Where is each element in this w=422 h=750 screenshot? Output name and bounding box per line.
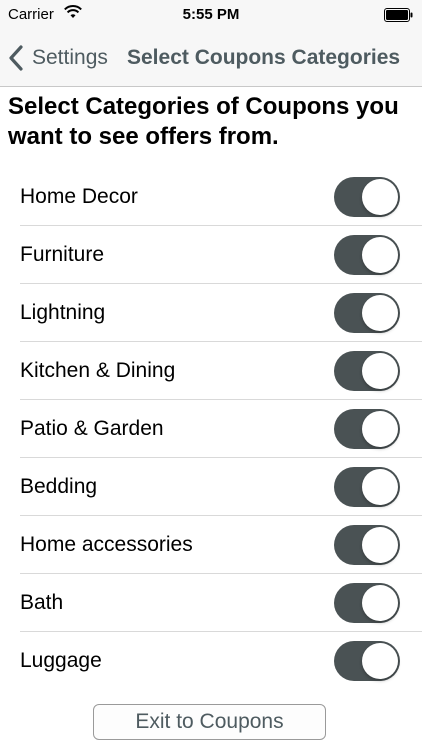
status-time: 5:55 PM bbox=[182, 6, 240, 23]
category-toggle-bedding[interactable] bbox=[334, 467, 400, 507]
instructions-heading: Select Categories of Coupons you want to… bbox=[8, 93, 399, 150]
toggle-knob bbox=[362, 295, 398, 331]
back-button[interactable]: Settings bbox=[6, 38, 108, 78]
category-row-home-accessories: Home accessories bbox=[20, 516, 422, 574]
category-label: Bath bbox=[20, 591, 64, 614]
category-row-kitchen-dining: Kitchen & Dining bbox=[20, 342, 422, 400]
toggle-knob bbox=[362, 469, 398, 505]
navigation-bar: Settings Select Coupons Categories bbox=[0, 30, 422, 87]
back-button-label: Settings bbox=[32, 46, 108, 69]
category-toggle-furniture[interactable] bbox=[334, 235, 400, 275]
toggle-knob bbox=[362, 643, 398, 679]
category-row-patio-garden: Patio & Garden bbox=[20, 400, 422, 458]
category-label: Luggage bbox=[20, 649, 102, 672]
category-label: Lightning bbox=[20, 301, 106, 324]
toggle-knob bbox=[362, 179, 398, 215]
category-toggle-bath[interactable] bbox=[334, 583, 400, 623]
toggle-knob bbox=[362, 585, 398, 621]
category-label: Home accessories bbox=[20, 533, 193, 556]
chevron-left-icon bbox=[9, 45, 23, 71]
category-row-luggage: Luggage bbox=[20, 632, 422, 689]
category-row-home-decor: Home Decor bbox=[20, 168, 422, 226]
category-row-furniture: Furniture bbox=[20, 226, 422, 284]
toggle-knob bbox=[362, 353, 398, 389]
category-toggle-lightning[interactable] bbox=[334, 293, 400, 333]
category-row-bath: Bath bbox=[20, 574, 422, 632]
category-label: Furniture bbox=[20, 243, 105, 266]
exit-to-coupons-button[interactable]: Exit to Coupons bbox=[93, 704, 326, 740]
category-label: Kitchen & Dining bbox=[20, 359, 176, 382]
toggle-knob bbox=[362, 237, 398, 273]
category-toggle-kitchen-dining[interactable] bbox=[334, 351, 400, 391]
toggle-knob bbox=[362, 527, 398, 563]
toggle-knob bbox=[362, 411, 398, 447]
page-title: Select Coupons Categories bbox=[127, 46, 401, 69]
category-toggle-home-decor[interactable] bbox=[334, 177, 400, 217]
category-toggle-home-accessories[interactable] bbox=[334, 525, 400, 565]
category-row-bedding: Bedding bbox=[20, 458, 422, 516]
category-label: Home Decor bbox=[20, 185, 138, 208]
category-toggle-patio-garden[interactable] bbox=[334, 409, 400, 449]
category-toggle-luggage[interactable] bbox=[334, 641, 400, 681]
category-row-lightning: Lightning bbox=[20, 284, 422, 342]
battery-full-icon bbox=[384, 8, 413, 22]
category-label: Bedding bbox=[20, 475, 98, 498]
category-list: Home Decor Furniture Lightning Kitchen &… bbox=[0, 168, 422, 689]
category-label: Patio & Garden bbox=[20, 417, 164, 440]
status-bar: Carrier 5:55 PM bbox=[0, 0, 422, 30]
